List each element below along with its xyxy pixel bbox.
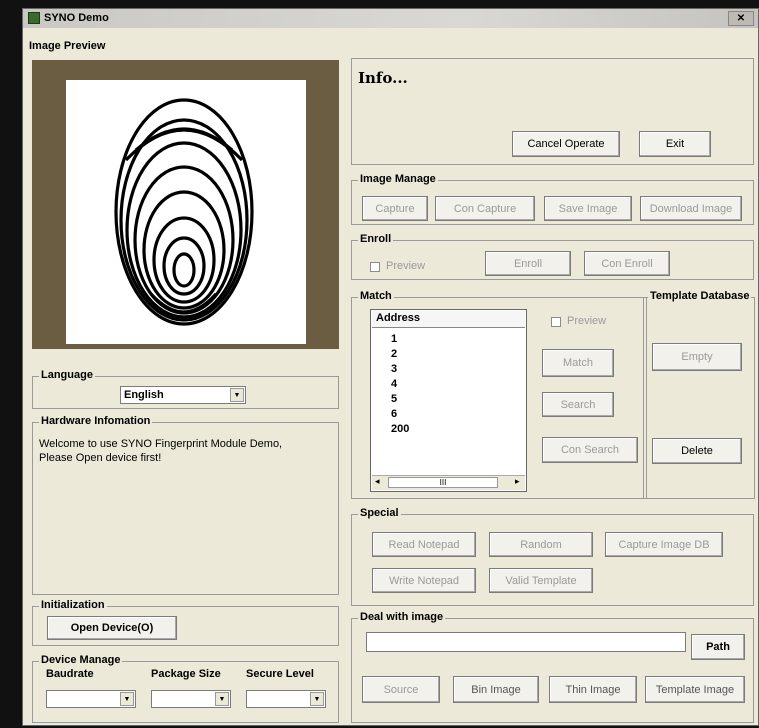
chevron-down-icon[interactable]: ▼ <box>310 692 324 706</box>
match-label: Match <box>358 290 394 302</box>
thin-image-button[interactable]: Thin Image <box>549 676 637 703</box>
info-panel: Info... Cancel Operate Exit <box>351 58 754 165</box>
address-column-header[interactable]: Address <box>372 311 525 328</box>
list-item[interactable]: 4 <box>391 378 397 390</box>
download-image-button[interactable]: Download Image <box>640 196 742 221</box>
hardware-info-label: Hardware Infomation <box>39 415 153 427</box>
template-image-button[interactable]: Template Image <box>645 676 745 703</box>
fingerprint-image <box>114 98 254 326</box>
image-preview-label: Image Preview <box>29 40 106 52</box>
list-item[interactable]: 1 <box>391 333 397 345</box>
path-button[interactable]: Path <box>691 634 745 660</box>
language-select-value: English <box>124 389 164 401</box>
scroll-thumb[interactable]: III <box>388 477 498 488</box>
cancel-operate-button[interactable]: Cancel Operate <box>512 131 620 157</box>
language-group: Language English ▼ <box>32 369 339 409</box>
exit-button[interactable]: Exit <box>639 131 711 157</box>
valid-template-button[interactable]: Valid Template <box>489 568 593 593</box>
enroll-button[interactable]: Enroll <box>485 251 571 276</box>
deal-with-image-label: Deal with image <box>358 611 446 623</box>
title-bar[interactable]: SYNO Demo ✕ <box>23 9 758 28</box>
special-group: Special Read Notepad Random Capture Imag… <box>351 507 754 606</box>
capture-image-db-button[interactable]: Capture Image DB <box>605 532 723 557</box>
image-manage-group: Image Manage Capture Con Capture Save Im… <box>351 173 754 225</box>
enroll-preview-label: Preview <box>386 260 426 272</box>
package-size-label: Package Size <box>151 668 221 680</box>
match-preview-checkbox[interactable] <box>551 317 561 327</box>
read-notepad-button[interactable]: Read Notepad <box>372 532 476 557</box>
capture-button[interactable]: Capture <box>362 196 428 221</box>
source-button[interactable]: Source <box>362 676 440 703</box>
list-item[interactable]: 3 <box>391 363 397 375</box>
close-button[interactable]: ✕ <box>728 11 754 26</box>
horizontal-scrollbar[interactable]: ◂ III ▸ <box>372 475 525 490</box>
bin-image-button[interactable]: Bin Image <box>453 676 539 703</box>
baudrate-select[interactable]: ▼ <box>46 690 136 708</box>
write-notepad-button[interactable]: Write Notepad <box>372 568 476 593</box>
initialization-group: Initialization Open Device(O) <box>32 599 339 646</box>
random-button[interactable]: Random <box>489 532 593 557</box>
secure-level-select[interactable]: ▼ <box>246 690 326 708</box>
image-preview-panel <box>32 60 339 349</box>
open-device-button[interactable]: Open Device(O) <box>47 616 177 640</box>
window-title: SYNO Demo <box>44 12 109 24</box>
delete-button[interactable]: Delete <box>652 438 742 464</box>
baudrate-label: Baudrate <box>46 668 94 680</box>
app-window: SYNO Demo ✕ Image Preview Info... Cancel… <box>22 8 759 726</box>
enroll-label: Enroll <box>358 233 394 245</box>
con-enroll-button[interactable]: Con Enroll <box>584 251 670 276</box>
con-capture-button[interactable]: Con Capture <box>435 196 535 221</box>
preview-canvas <box>66 80 306 344</box>
search-button[interactable]: Search <box>542 392 614 417</box>
match-button[interactable]: Match <box>542 349 614 377</box>
special-label: Special <box>358 507 401 519</box>
language-select[interactable]: English ▼ <box>120 386 246 404</box>
list-item[interactable]: 200 <box>391 423 409 435</box>
enroll-preview-checkbox[interactable] <box>370 262 380 272</box>
scroll-right-icon[interactable]: ▸ <box>515 476 520 487</box>
list-item[interactable]: 5 <box>391 393 397 405</box>
device-manage-group: Device Manage Baudrate Package Size Secu… <box>32 654 339 723</box>
image-manage-label: Image Manage <box>358 173 438 185</box>
hardware-info-line-1: Welcome to use SYNO Fingerprint Module D… <box>39 438 283 450</box>
enroll-group: Enroll Preview Enroll Con Enroll <box>351 233 754 280</box>
info-title: Info... <box>358 69 408 87</box>
template-database-group: Template Database Empty Delete <box>643 290 755 499</box>
hardware-info-line-2: Please Open device first! <box>39 452 162 464</box>
chevron-down-icon[interactable]: ▼ <box>120 692 134 706</box>
hardware-info-group: Hardware Infomation Welcome to use SYNO … <box>32 415 339 595</box>
initialization-label: Initialization <box>39 599 107 611</box>
empty-button[interactable]: Empty <box>652 343 742 371</box>
app-icon <box>28 12 40 24</box>
address-list[interactable]: Address 1 2 3 4 5 6 200 ◂ III ▸ <box>370 309 527 492</box>
con-search-button[interactable]: Con Search <box>542 437 638 463</box>
package-size-select[interactable]: ▼ <box>151 690 231 708</box>
language-label: Language <box>39 369 95 381</box>
match-preview-label: Preview <box>567 315 607 327</box>
secure-level-label: Secure Level <box>246 668 314 680</box>
path-input[interactable] <box>366 632 686 652</box>
list-item[interactable]: 6 <box>391 408 397 420</box>
scroll-left-icon[interactable]: ◂ <box>375 476 380 487</box>
device-manage-label: Device Manage <box>39 654 123 666</box>
chevron-down-icon[interactable]: ▼ <box>230 388 244 402</box>
chevron-down-icon[interactable]: ▼ <box>215 692 229 706</box>
list-item[interactable]: 2 <box>391 348 397 360</box>
template-database-label: Template Database <box>648 290 752 302</box>
save-image-button[interactable]: Save Image <box>544 196 632 221</box>
